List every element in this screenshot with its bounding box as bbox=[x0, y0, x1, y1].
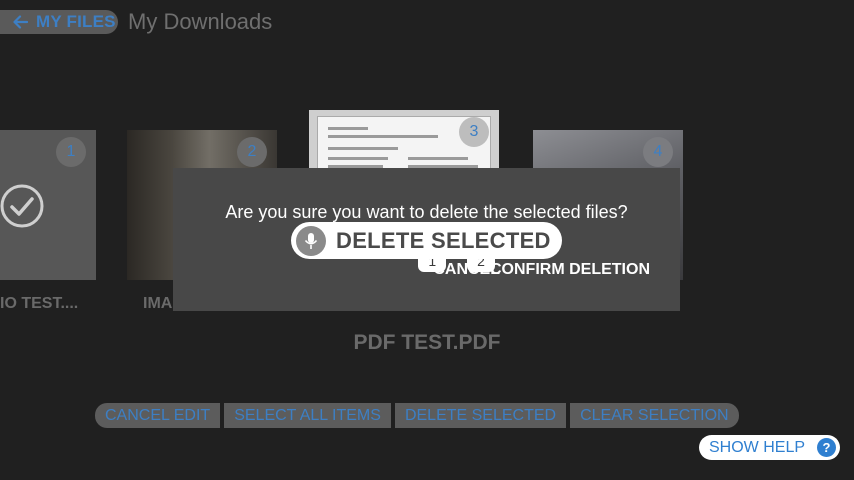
item-number-badge: 3 bbox=[459, 117, 489, 147]
pdf-text-line bbox=[408, 157, 468, 160]
pdf-text-line bbox=[328, 147, 398, 150]
item-number-badge: 4 bbox=[643, 137, 673, 167]
edit-toolbar: CANCEL EDIT SELECT ALL ITEMS DELETE SELE… bbox=[95, 403, 739, 428]
show-help-button[interactable]: SHOW HELP ? bbox=[699, 435, 840, 460]
pdf-text-line bbox=[328, 135, 438, 138]
page-title: My Downloads bbox=[128, 9, 273, 34]
select-all-items-button[interactable]: SELECT ALL ITEMS bbox=[224, 403, 391, 428]
clear-selection-button[interactable]: CLEAR SELECTION bbox=[570, 403, 739, 428]
dialog-actions: CANCEL 1 CONFIRM DELETION 2 bbox=[418, 250, 650, 279]
pdf-text-line bbox=[328, 127, 368, 130]
pdf-text-line bbox=[328, 157, 388, 160]
voice-command-text: DELETE SELECTED bbox=[336, 227, 551, 253]
current-file-name: PDF TEST.PDF bbox=[353, 331, 501, 354]
file-thumbnail-1[interactable]: 1 bbox=[0, 130, 96, 280]
arrow-left-icon bbox=[13, 15, 28, 29]
confirm-button-label: CONFIRM DELETION bbox=[490, 261, 650, 278]
dialog-question: Are you sure you want to delete the sele… bbox=[225, 202, 628, 222]
help-icon: ? bbox=[817, 438, 836, 457]
back-button-label: MY FILES bbox=[36, 12, 116, 31]
checkmark-icon bbox=[0, 184, 44, 228]
item-number-badge: 1 bbox=[56, 137, 86, 167]
confirm-deletion-button[interactable]: CONFIRM DELETION 2 bbox=[467, 250, 650, 279]
file-label-1: IO TEST.... bbox=[0, 295, 79, 312]
delete-selected-button[interactable]: DELETE SELECTED bbox=[394, 403, 567, 428]
back-to-my-files-button[interactable]: MY FILES bbox=[0, 10, 118, 34]
mic-icon bbox=[296, 225, 326, 256]
cancel-edit-button[interactable]: CANCEL EDIT bbox=[95, 403, 221, 428]
show-help-label: SHOW HELP bbox=[709, 438, 806, 456]
item-number-badge: 2 bbox=[237, 137, 267, 167]
voice-command-indicator: DELETE SELECTED bbox=[291, 222, 562, 259]
file-label-2: IMA bbox=[143, 295, 173, 312]
